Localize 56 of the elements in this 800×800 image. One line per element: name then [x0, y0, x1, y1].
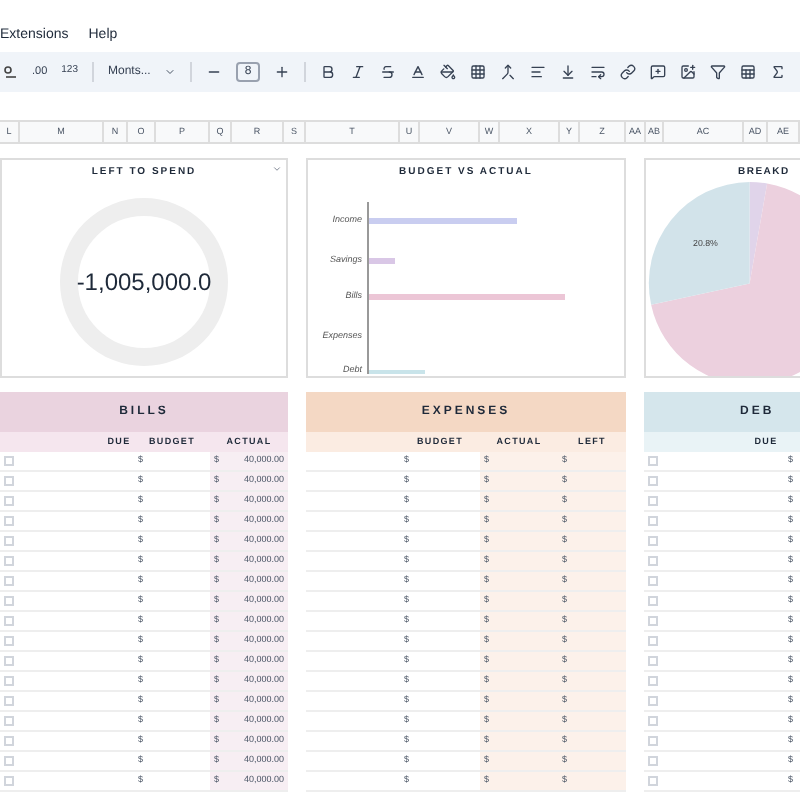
checkbox[interactable] — [4, 776, 14, 786]
caret-icon[interactable] — [164, 66, 177, 78]
checkbox[interactable] — [4, 696, 14, 706]
merge-icon[interactable] — [499, 64, 516, 80]
checkbox[interactable] — [648, 716, 658, 726]
table-icon[interactable] — [739, 64, 756, 80]
sigma-icon[interactable] — [769, 64, 786, 80]
checkbox[interactable] — [648, 736, 658, 746]
checkbox[interactable] — [648, 616, 658, 626]
checkbox[interactable] — [648, 496, 658, 506]
text-color-icon[interactable] — [409, 64, 426, 80]
vertical-align-icon[interactable] — [559, 64, 576, 80]
checkbox[interactable] — [4, 656, 14, 666]
checkbox[interactable] — [4, 556, 14, 566]
checkbox[interactable] — [648, 756, 658, 766]
filter-icon[interactable] — [709, 64, 726, 80]
decrease-decimal-icon[interactable] — [4, 65, 18, 79]
checkbox[interactable] — [4, 716, 14, 726]
checkbox[interactable] — [648, 516, 658, 526]
checkbox[interactable] — [4, 536, 14, 546]
comment-icon[interactable] — [649, 64, 666, 80]
checkbox[interactable] — [648, 536, 658, 546]
checkbox[interactable] — [648, 456, 658, 466]
checkbox[interactable] — [4, 576, 14, 586]
link-icon[interactable] — [619, 64, 636, 80]
wrap-icon[interactable] — [589, 64, 606, 80]
checkbox[interactable] — [648, 656, 658, 666]
checkbox[interactable] — [4, 596, 14, 606]
checkbox[interactable] — [648, 556, 658, 566]
checkbox[interactable] — [4, 496, 14, 506]
checkbox[interactable] — [648, 676, 658, 686]
checkbox[interactable] — [4, 456, 14, 466]
checkbox[interactable] — [648, 636, 658, 646]
caret-icon[interactable] — [272, 164, 282, 174]
checkbox[interactable] — [648, 476, 658, 486]
checkbox[interactable] — [648, 776, 658, 786]
checkbox[interactable] — [648, 576, 658, 586]
checkbox[interactable] — [648, 596, 658, 606]
align-icon[interactable] — [529, 64, 546, 80]
checkbox[interactable] — [648, 696, 658, 706]
checkbox[interactable] — [4, 676, 14, 686]
image-icon[interactable] — [679, 64, 696, 80]
plus-icon[interactable] — [273, 64, 290, 80]
checkbox[interactable] — [4, 736, 14, 746]
checkbox[interactable] — [4, 616, 14, 626]
bar — [369, 257, 395, 263]
checkbox[interactable] — [4, 516, 14, 526]
paint-bucket-icon[interactable] — [439, 64, 456, 80]
italic-icon[interactable] — [349, 64, 366, 80]
checkbox[interactable] — [4, 636, 14, 646]
borders-icon[interactable] — [469, 64, 486, 80]
bold-icon[interactable] — [319, 64, 336, 80]
total-value: -1,005,000.0 — [76, 265, 212, 299]
checkbox[interactable] — [4, 476, 14, 486]
strikethrough-icon[interactable] — [379, 64, 396, 80]
checkbox[interactable] — [4, 756, 14, 766]
